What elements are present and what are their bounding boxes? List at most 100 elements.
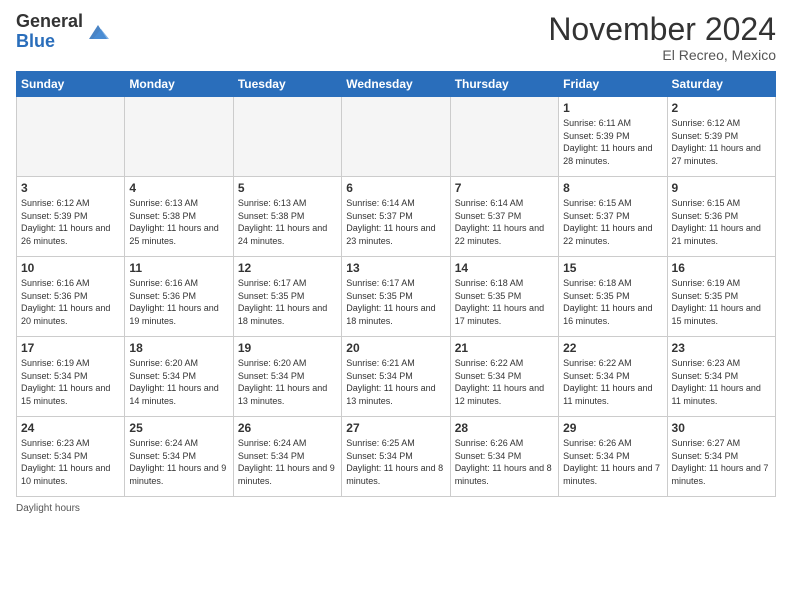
day-number: 23 bbox=[672, 341, 771, 355]
calendar-week-row: 1 Sunrise: 6:11 AM Sunset: 5:39 PM Daylig… bbox=[17, 97, 776, 177]
day-info: Sunrise: 6:15 AM Sunset: 5:36 PM Dayligh… bbox=[672, 197, 771, 247]
day-number: 12 bbox=[238, 261, 337, 275]
col-thursday: Thursday bbox=[450, 72, 558, 97]
footer: Daylight hours bbox=[16, 503, 776, 514]
day-info: Sunrise: 6:26 AM Sunset: 5:34 PM Dayligh… bbox=[563, 437, 662, 487]
calendar-week-row: 10 Sunrise: 6:16 AM Sunset: 5:36 PM Dayli… bbox=[17, 257, 776, 337]
day-info: Sunrise: 6:22 AM Sunset: 5:34 PM Dayligh… bbox=[455, 357, 554, 407]
table-row: 13Sunrise: 6:17 AM Sunset: 5:35 PM Dayli… bbox=[342, 257, 450, 337]
logo-text: General Blue bbox=[16, 12, 83, 52]
calendar-week-row: 3Sunrise: 6:12 AM Sunset: 5:39 PM Daylig… bbox=[17, 177, 776, 257]
table-row: 17 Sunrise: 6:19 AM Sunset: 5:34 PM Dayli… bbox=[17, 337, 125, 417]
table-row: 22Sunrise: 6:22 AM Sunset: 5:34 PM Dayli… bbox=[559, 337, 667, 417]
table-row: 23 Sunrise: 6:23 AM Sunset: 5:34 PM Dayli… bbox=[667, 337, 775, 417]
day-info: Sunrise: 6:17 AM Sunset: 5:35 PM Dayligh… bbox=[238, 277, 337, 327]
table-row: 25 Sunrise: 6:24 AM Sunset: 5:34 PM Dayli… bbox=[125, 417, 233, 497]
table-row: 9 Sunrise: 6:15 AM Sunset: 5:36 PM Daylig… bbox=[667, 177, 775, 257]
table-row: 4 Sunrise: 6:13 AM Sunset: 5:38 PM Daylig… bbox=[125, 177, 233, 257]
table-row: 12 Sunrise: 6:17 AM Sunset: 5:35 PM Dayli… bbox=[233, 257, 341, 337]
calendar-week-row: 17 Sunrise: 6:19 AM Sunset: 5:34 PM Dayli… bbox=[17, 337, 776, 417]
logo-general: General bbox=[16, 12, 83, 32]
table-row: 8 Sunrise: 6:15 AM Sunset: 5:37 PM Daylig… bbox=[559, 177, 667, 257]
day-info: Sunrise: 6:18 AM Sunset: 5:35 PM Dayligh… bbox=[563, 277, 662, 327]
table-row: 5 Sunrise: 6:13 AM Sunset: 5:38 PM Daylig… bbox=[233, 177, 341, 257]
table-row: 14 Sunrise: 6:18 AM Sunset: 5:35 PM Dayli… bbox=[450, 257, 558, 337]
table-row bbox=[450, 97, 558, 177]
table-row: 28 Sunrise: 6:26 AM Sunset: 5:34 PM Dayli… bbox=[450, 417, 558, 497]
table-row: 7Sunrise: 6:14 AM Sunset: 5:37 PM Daylig… bbox=[450, 177, 558, 257]
day-number: 20 bbox=[346, 341, 445, 355]
day-info: Sunrise: 6:22 AM Sunset: 5:34 PM Dayligh… bbox=[563, 357, 662, 407]
day-number: 18 bbox=[129, 341, 228, 355]
table-row: 27Sunrise: 6:25 AM Sunset: 5:34 PM Dayli… bbox=[342, 417, 450, 497]
table-row bbox=[342, 97, 450, 177]
table-row: 18 Sunrise: 6:20 AM Sunset: 5:34 PM Dayli… bbox=[125, 337, 233, 417]
logo-icon bbox=[87, 21, 109, 43]
day-info: Sunrise: 6:20 AM Sunset: 5:34 PM Dayligh… bbox=[129, 357, 228, 407]
col-monday: Monday bbox=[125, 72, 233, 97]
day-info: Sunrise: 6:13 AM Sunset: 5:38 PM Dayligh… bbox=[129, 197, 228, 247]
day-number: 15 bbox=[563, 261, 662, 275]
day-number: 8 bbox=[563, 181, 662, 195]
table-row: 6 Sunrise: 6:14 AM Sunset: 5:37 PM Daylig… bbox=[342, 177, 450, 257]
table-row: 11 Sunrise: 6:16 AM Sunset: 5:36 PM Dayli… bbox=[125, 257, 233, 337]
table-row: 29 Sunrise: 6:26 AM Sunset: 5:34 PM Dayli… bbox=[559, 417, 667, 497]
calendar-table: Sunday Monday Tuesday Wednesday Thursday… bbox=[16, 71, 776, 497]
day-number: 17 bbox=[21, 341, 120, 355]
header: General Blue November 2024 El Recreo, Me… bbox=[16, 12, 776, 63]
day-number: 11 bbox=[129, 261, 228, 275]
col-friday: Friday bbox=[559, 72, 667, 97]
day-info: Sunrise: 6:23 AM Sunset: 5:34 PM Dayligh… bbox=[672, 357, 771, 407]
day-info: Sunrise: 6:11 AM Sunset: 5:39 PM Dayligh… bbox=[563, 117, 662, 167]
col-wednesday: Wednesday bbox=[342, 72, 450, 97]
day-info: Sunrise: 6:24 AM Sunset: 5:34 PM Dayligh… bbox=[129, 437, 228, 487]
day-info: Sunrise: 6:26 AM Sunset: 5:34 PM Dayligh… bbox=[455, 437, 554, 487]
day-number: 10 bbox=[21, 261, 120, 275]
table-row: 30 Sunrise: 6:27 AM Sunset: 5:34 PM Dayli… bbox=[667, 417, 775, 497]
day-number: 16 bbox=[672, 261, 771, 275]
day-info: Sunrise: 6:15 AM Sunset: 5:37 PM Dayligh… bbox=[563, 197, 662, 247]
day-info: Sunrise: 6:21 AM Sunset: 5:34 PM Dayligh… bbox=[346, 357, 445, 407]
table-row bbox=[125, 97, 233, 177]
table-row: 3Sunrise: 6:12 AM Sunset: 5:39 PM Daylig… bbox=[17, 177, 125, 257]
day-info: Sunrise: 6:19 AM Sunset: 5:34 PM Dayligh… bbox=[21, 357, 120, 407]
day-number: 30 bbox=[672, 421, 771, 435]
day-number: 6 bbox=[346, 181, 445, 195]
day-number: 9 bbox=[672, 181, 771, 195]
day-number: 5 bbox=[238, 181, 337, 195]
table-row bbox=[17, 97, 125, 177]
day-info: Sunrise: 6:14 AM Sunset: 5:37 PM Dayligh… bbox=[346, 197, 445, 247]
calendar-week-row: 24Sunrise: 6:23 AM Sunset: 5:34 PM Dayli… bbox=[17, 417, 776, 497]
day-info: Sunrise: 6:27 AM Sunset: 5:34 PM Dayligh… bbox=[672, 437, 771, 487]
logo: General Blue bbox=[16, 12, 109, 52]
month-title: November 2024 bbox=[548, 12, 776, 47]
table-row: 10 Sunrise: 6:16 AM Sunset: 5:36 PM Dayli… bbox=[17, 257, 125, 337]
day-number: 2 bbox=[672, 101, 771, 115]
day-number: 21 bbox=[455, 341, 554, 355]
day-info: Sunrise: 6:13 AM Sunset: 5:38 PM Dayligh… bbox=[238, 197, 337, 247]
day-info: Sunrise: 6:16 AM Sunset: 5:36 PM Dayligh… bbox=[21, 277, 120, 327]
day-number: 29 bbox=[563, 421, 662, 435]
day-number: 13 bbox=[346, 261, 445, 275]
day-number: 28 bbox=[455, 421, 554, 435]
table-row: 15 Sunrise: 6:18 AM Sunset: 5:35 PM Dayli… bbox=[559, 257, 667, 337]
day-info: Sunrise: 6:16 AM Sunset: 5:36 PM Dayligh… bbox=[129, 277, 228, 327]
day-info: Sunrise: 6:18 AM Sunset: 5:35 PM Dayligh… bbox=[455, 277, 554, 327]
daylight-hours-label: Daylight hours bbox=[16, 503, 80, 514]
day-info: Sunrise: 6:23 AM Sunset: 5:34 PM Dayligh… bbox=[21, 437, 120, 487]
day-info: Sunrise: 6:12 AM Sunset: 5:39 PM Dayligh… bbox=[21, 197, 120, 247]
day-number: 1 bbox=[563, 101, 662, 115]
logo-blue: Blue bbox=[16, 32, 83, 52]
calendar-header-row: Sunday Monday Tuesday Wednesday Thursday… bbox=[17, 72, 776, 97]
table-row bbox=[233, 97, 341, 177]
day-number: 7 bbox=[455, 181, 554, 195]
day-number: 4 bbox=[129, 181, 228, 195]
table-row: 21 Sunrise: 6:22 AM Sunset: 5:34 PM Dayli… bbox=[450, 337, 558, 417]
day-info: Sunrise: 6:19 AM Sunset: 5:35 PM Dayligh… bbox=[672, 277, 771, 327]
day-info: Sunrise: 6:20 AM Sunset: 5:34 PM Dayligh… bbox=[238, 357, 337, 407]
day-number: 14 bbox=[455, 261, 554, 275]
day-number: 25 bbox=[129, 421, 228, 435]
col-sunday: Sunday bbox=[17, 72, 125, 97]
day-number: 19 bbox=[238, 341, 337, 355]
page-container: General Blue November 2024 El Recreo, Me… bbox=[0, 0, 792, 522]
